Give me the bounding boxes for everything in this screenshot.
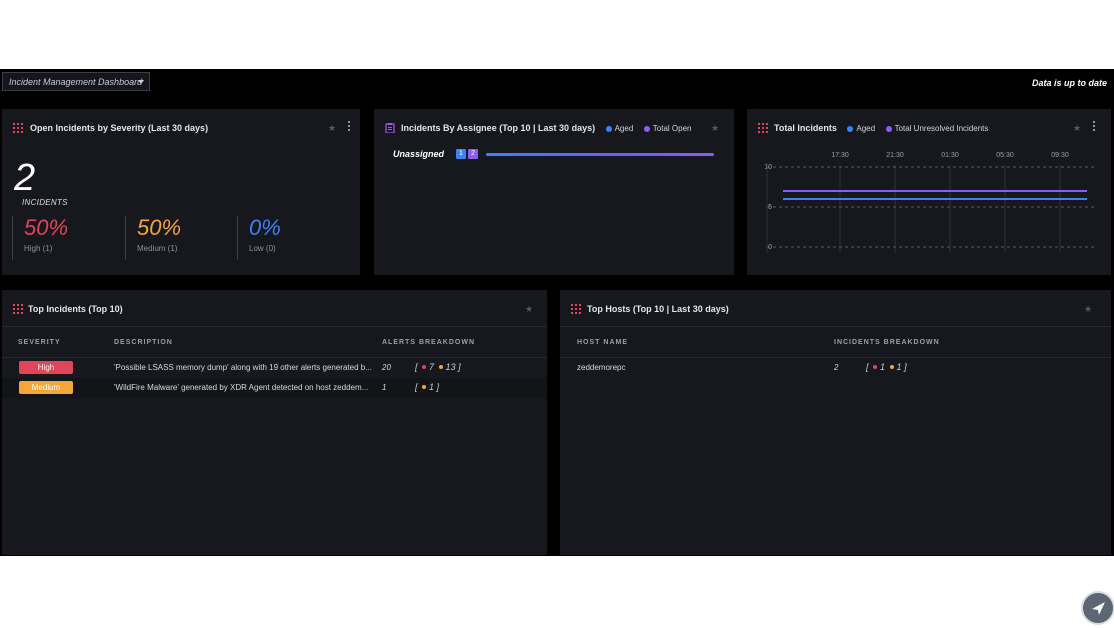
assignee-bar[interactable] bbox=[486, 153, 714, 156]
panel-top-hosts: Top Hosts (Top 10 | Last 30 days) ★ HOST… bbox=[560, 290, 1111, 555]
table-row[interactable]: High 'Possible LSASS memory dump' along … bbox=[2, 358, 547, 378]
legend-aged: Aged bbox=[614, 124, 634, 134]
chevron-down-icon bbox=[138, 80, 144, 84]
severity-high[interactable]: 50% High (1) bbox=[12, 216, 68, 260]
clipboard-icon bbox=[385, 123, 395, 133]
severity-high-pct: 50% bbox=[24, 215, 69, 240]
star-icon[interactable]: ★ bbox=[1084, 304, 1092, 315]
severity-low-pct: 0% bbox=[249, 215, 281, 240]
breakdown-medium: 1 bbox=[896, 362, 902, 372]
host-name: zeddemorepc bbox=[577, 363, 626, 372]
more-options-icon[interactable] bbox=[348, 121, 351, 133]
alerts-count: 1 bbox=[382, 383, 387, 392]
table-header: SEVERITY DESCRIPTION ALERTS BREAKDOWN bbox=[2, 326, 547, 358]
panel-total-incidents: Total Incidents Aged Total Unresolved In… bbox=[747, 109, 1111, 275]
breakdown-medium: 13 bbox=[445, 362, 456, 372]
y-tick-label: 10 bbox=[764, 164, 772, 171]
severity-medium-label: Medium (1) bbox=[137, 244, 178, 253]
widget-grid-icon bbox=[758, 123, 768, 133]
breakdown-high: 7 bbox=[429, 362, 435, 372]
x-tick-label: 01:30 bbox=[941, 152, 959, 159]
navigation-button[interactable] bbox=[1081, 591, 1114, 625]
aged-count-chip[interactable]: 1 bbox=[456, 149, 466, 159]
severity-high-label: High (1) bbox=[24, 244, 53, 253]
breakdown-high: 1 bbox=[880, 362, 886, 372]
x-tick-label: 05:30 bbox=[996, 152, 1014, 159]
panel-title: Top Hosts (Top 10 | Last 30 days) bbox=[587, 304, 729, 314]
x-tick-label: 21:30 bbox=[886, 152, 904, 159]
star-icon[interactable]: ★ bbox=[525, 304, 533, 315]
severity-badge: High bbox=[19, 361, 73, 374]
alerts-count: 20 bbox=[382, 363, 391, 372]
star-icon[interactable]: ★ bbox=[328, 123, 336, 134]
panel-top-incidents: Top Incidents (Top 10) ★ SEVERITY DESCRI… bbox=[2, 290, 547, 555]
alerts-breakdown: [ 7 13 ] bbox=[415, 362, 461, 372]
panel-title: Incidents By Assignee (Top 10 | Last 30 … bbox=[401, 123, 692, 133]
panel-title: Total Incidents Aged Total Unresolved In… bbox=[774, 123, 988, 133]
severity-low-label: Low (0) bbox=[249, 244, 276, 253]
column-header-incidents[interactable]: INCIDENTS BREAKDOWN bbox=[834, 339, 940, 346]
incidents-count-label: INCIDENTS bbox=[22, 198, 68, 207]
panel-title: Open Incidents by Severity (Last 30 days… bbox=[30, 123, 209, 133]
data-status: Data is up to date bbox=[1031, 78, 1107, 88]
widget-grid-icon bbox=[571, 304, 581, 314]
legend-dot-aged bbox=[847, 125, 854, 132]
column-header-host[interactable]: HOST NAME bbox=[577, 339, 628, 346]
navigation-arrow-icon bbox=[1092, 602, 1105, 615]
table-header: HOST NAME INCIDENTS BREAKDOWN bbox=[560, 326, 1111, 358]
dashboard-select-value: Incident Management Dashboard bbox=[9, 77, 143, 87]
star-icon[interactable]: ★ bbox=[1073, 123, 1081, 134]
severity-medium[interactable]: 50% Medium (1) bbox=[125, 216, 181, 260]
more-options-icon[interactable] bbox=[1093, 121, 1096, 133]
x-tick-label: 17:30 bbox=[831, 152, 849, 159]
legend-dot-aged bbox=[605, 125, 612, 132]
panel-incidents-by-assignee: Incidents By Assignee (Top 10 | Last 30 … bbox=[374, 109, 734, 275]
alerts-breakdown: [ 1 ] bbox=[415, 382, 440, 392]
severity-medium-pct: 50% bbox=[137, 215, 182, 240]
column-header-description[interactable]: DESCRIPTION bbox=[114, 339, 173, 346]
severity-low[interactable]: 0% Low (0) bbox=[237, 216, 281, 260]
top-bar: Incident Management Dashboard Data is up… bbox=[0, 69, 1114, 107]
open-count-chip[interactable]: 2 bbox=[468, 149, 478, 159]
incident-description: 'WildFire Malware' generated by XDR Agen… bbox=[114, 383, 369, 392]
widget-grid-icon bbox=[13, 123, 23, 133]
widget-grid-icon bbox=[13, 304, 23, 314]
y-tick-label: 5 bbox=[768, 204, 772, 211]
legend-aged: Aged bbox=[856, 124, 876, 134]
severity-badge: Medium bbox=[19, 381, 73, 394]
star-icon[interactable]: ★ bbox=[711, 123, 719, 134]
legend-dot-unresolved bbox=[885, 125, 892, 132]
y-tick-label: 0 bbox=[768, 244, 772, 251]
column-header-severity[interactable]: SEVERITY bbox=[18, 339, 61, 346]
total-incidents-chart[interactable]: 17:30 21:30 01:30 05:30 09:30 10 5 0 bbox=[747, 147, 1111, 267]
panel-title-text: Total Incidents bbox=[774, 123, 837, 133]
table-row[interactable]: Medium 'WildFire Malware' generated by X… bbox=[2, 378, 547, 398]
assignee-name: Unassigned bbox=[393, 149, 445, 159]
table-row[interactable]: zeddemorepc 2 [ 1 1 ] bbox=[560, 358, 1111, 378]
dashboard-app: Incident Management Dashboard Data is up… bbox=[0, 69, 1114, 625]
panel-title-text: Incidents By Assignee (Top 10 | Last 30 … bbox=[401, 123, 596, 133]
breakdown-medium: 1 bbox=[429, 382, 435, 392]
dashboard-select[interactable]: Incident Management Dashboard bbox=[2, 72, 150, 91]
x-tick-label: 09:30 bbox=[1051, 152, 1069, 159]
panel-open-incidents-severity: Open Incidents by Severity (Last 30 days… bbox=[2, 109, 360, 275]
incidents-breakdown: [ 1 1 ] bbox=[866, 362, 907, 372]
incident-description: 'Possible LSASS memory dump' along with … bbox=[114, 363, 372, 372]
legend-dot-open bbox=[643, 125, 650, 132]
panel-title: Top Incidents (Top 10) bbox=[28, 304, 123, 314]
column-header-alerts[interactable]: ALERTS BREAKDOWN bbox=[382, 339, 475, 346]
legend-total-open: Total Open bbox=[652, 124, 692, 134]
host-incident-count: 2 bbox=[834, 363, 839, 372]
legend-total-unresolved: Total Unresolved Incidents bbox=[894, 124, 989, 134]
incidents-count: 2 bbox=[14, 157, 36, 199]
